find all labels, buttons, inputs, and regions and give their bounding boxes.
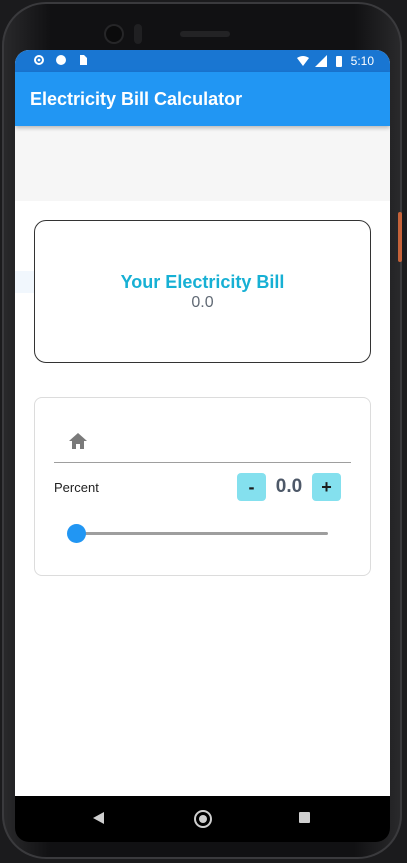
bill-value: 0.0 [191,294,214,311]
system-nav-bar [15,796,390,842]
status-time: 5:10 [350,54,374,68]
banner-area [15,126,390,201]
page-title: Electricity Bill Calculator [30,89,243,109]
bill-label: Your Electricity Bill [120,272,285,292]
percent-label: Percent [54,480,99,495]
side-button [398,212,402,262]
status-left-icons [33,54,89,66]
earpiece-speaker [180,31,230,37]
decrement-button[interactable]: - [237,473,266,501]
battery-icon [335,56,342,67]
recent-apps-icon[interactable] [299,812,310,823]
app-bar: Electricity Bill Calculator [15,72,390,126]
wifi-icon [296,56,309,66]
percent-value: 0.0 [275,476,303,497]
signal-icon [314,55,327,67]
percent-slider-track[interactable] [77,532,328,535]
back-icon[interactable] [93,812,104,824]
home-icon [69,433,87,449]
input-card: Percent - 0.0 + [34,397,371,576]
status-bar: 5:10 [15,50,390,72]
status-right-icons: 5:10 [296,54,374,68]
sync-icon [56,55,66,65]
units-input-underline[interactable] [54,462,351,463]
home-nav-icon[interactable] [194,810,212,828]
settings-icon [34,55,44,65]
sim-card-icon [80,55,87,65]
bill-result-card: Your Electricity Bill 0.0 [34,220,371,363]
increment-button[interactable]: + [312,473,341,501]
front-camera [106,26,122,42]
app-screen: 5:10 Electricity Bill Calculator Your El… [15,50,390,796]
percent-slider-thumb[interactable] [67,524,86,543]
sensor [134,24,142,44]
